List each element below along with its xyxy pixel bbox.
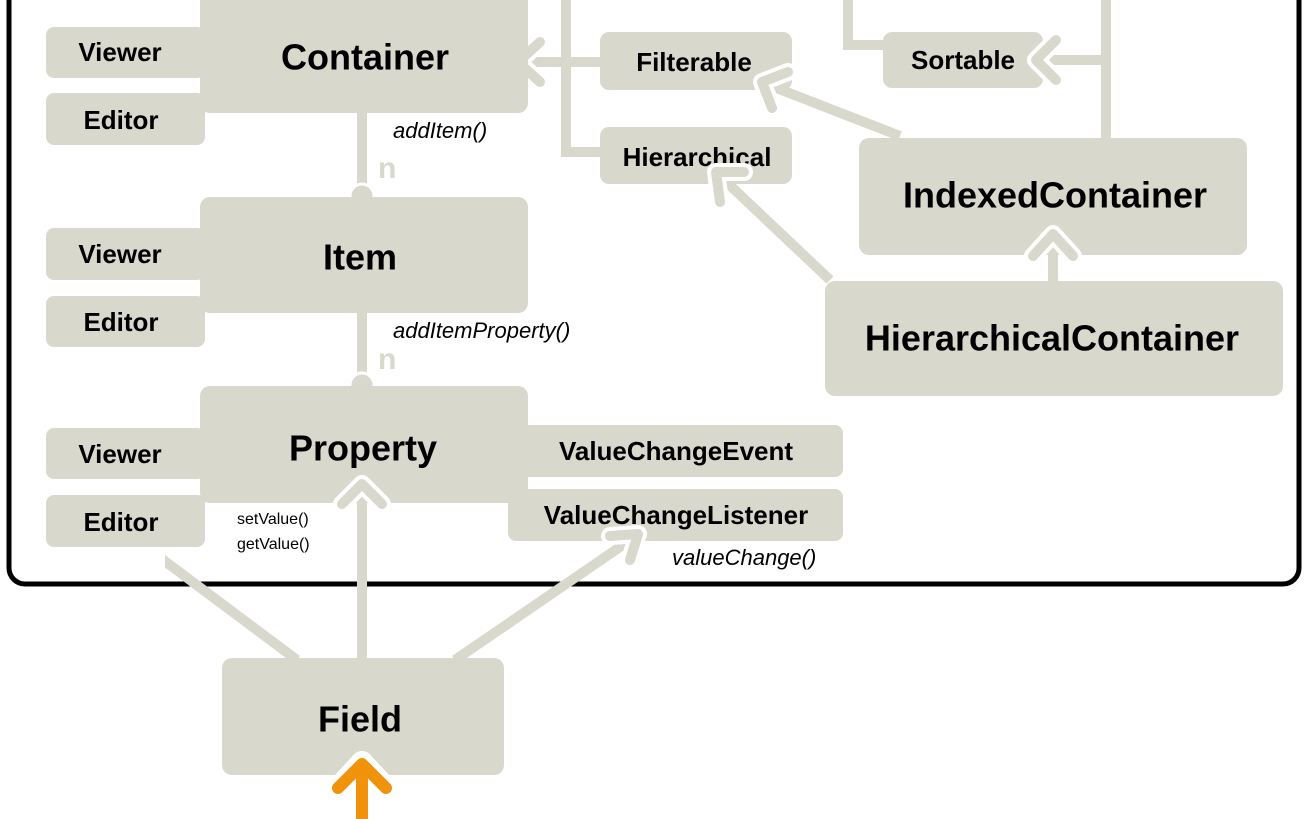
multiplicity-label: n — [378, 152, 396, 185]
hierarchical-node[interactable]: Hierarchical — [600, 127, 792, 184]
node-label: ValueChangeListener — [544, 500, 808, 530]
node-label: Viewer — [78, 239, 161, 269]
sortable-node[interactable]: Sortable — [883, 32, 1043, 88]
container-viewer-node[interactable]: Viewer — [46, 27, 205, 78]
add-item-label: addItem() — [393, 118, 487, 143]
node-label: Property — [289, 428, 437, 469]
node-label: Item — [323, 237, 397, 278]
node-label: Viewer — [78, 37, 161, 67]
node-label: Container — [281, 37, 449, 78]
container-node[interactable]: Container — [200, 0, 528, 113]
node-label: Field — [318, 699, 402, 740]
item-viewer-node[interactable]: Viewer — [46, 228, 205, 280]
value-change-listener-node[interactable]: ValueChangeListener — [508, 489, 843, 541]
node-label: Editor — [83, 507, 158, 537]
value-change-event-node[interactable]: ValueChangeEvent — [508, 425, 843, 477]
hierarchical-branch-line — [561, 0, 600, 157]
get-value-label: getValue() — [237, 536, 310, 553]
node-label: HierarchicalContainer — [865, 318, 1239, 359]
container-editor-node[interactable]: Editor — [46, 93, 205, 145]
hierarchical-container-node[interactable]: HierarchicalContainer — [825, 281, 1283, 396]
node-label: Viewer — [78, 439, 161, 469]
set-value-label: setValue() — [237, 511, 309, 528]
node-label: Filterable — [636, 47, 752, 77]
item-node[interactable]: Item — [200, 197, 528, 313]
sortable-branch-line — [843, 0, 883, 50]
node-label: Editor — [83, 307, 158, 337]
node-label: ValueChangeEvent — [559, 436, 793, 466]
property-viewer-node[interactable]: Viewer — [46, 428, 205, 479]
node-label: IndexedContainer — [903, 175, 1207, 216]
node-label: Editor — [83, 105, 158, 135]
highlight-arrow — [327, 751, 397, 819]
value-change-label: valueChange() — [672, 545, 816, 570]
data-model-diagram: Container Viewer Editor Item Viewer Edit… — [6, 0, 1302, 819]
property-editor-node[interactable]: Editor — [46, 495, 205, 547]
item-editor-node[interactable]: Editor — [46, 296, 205, 347]
add-item-property-label: addItemProperty() — [393, 318, 570, 343]
multiplicity-label: n — [378, 343, 396, 376]
node-label: Sortable — [911, 45, 1015, 75]
